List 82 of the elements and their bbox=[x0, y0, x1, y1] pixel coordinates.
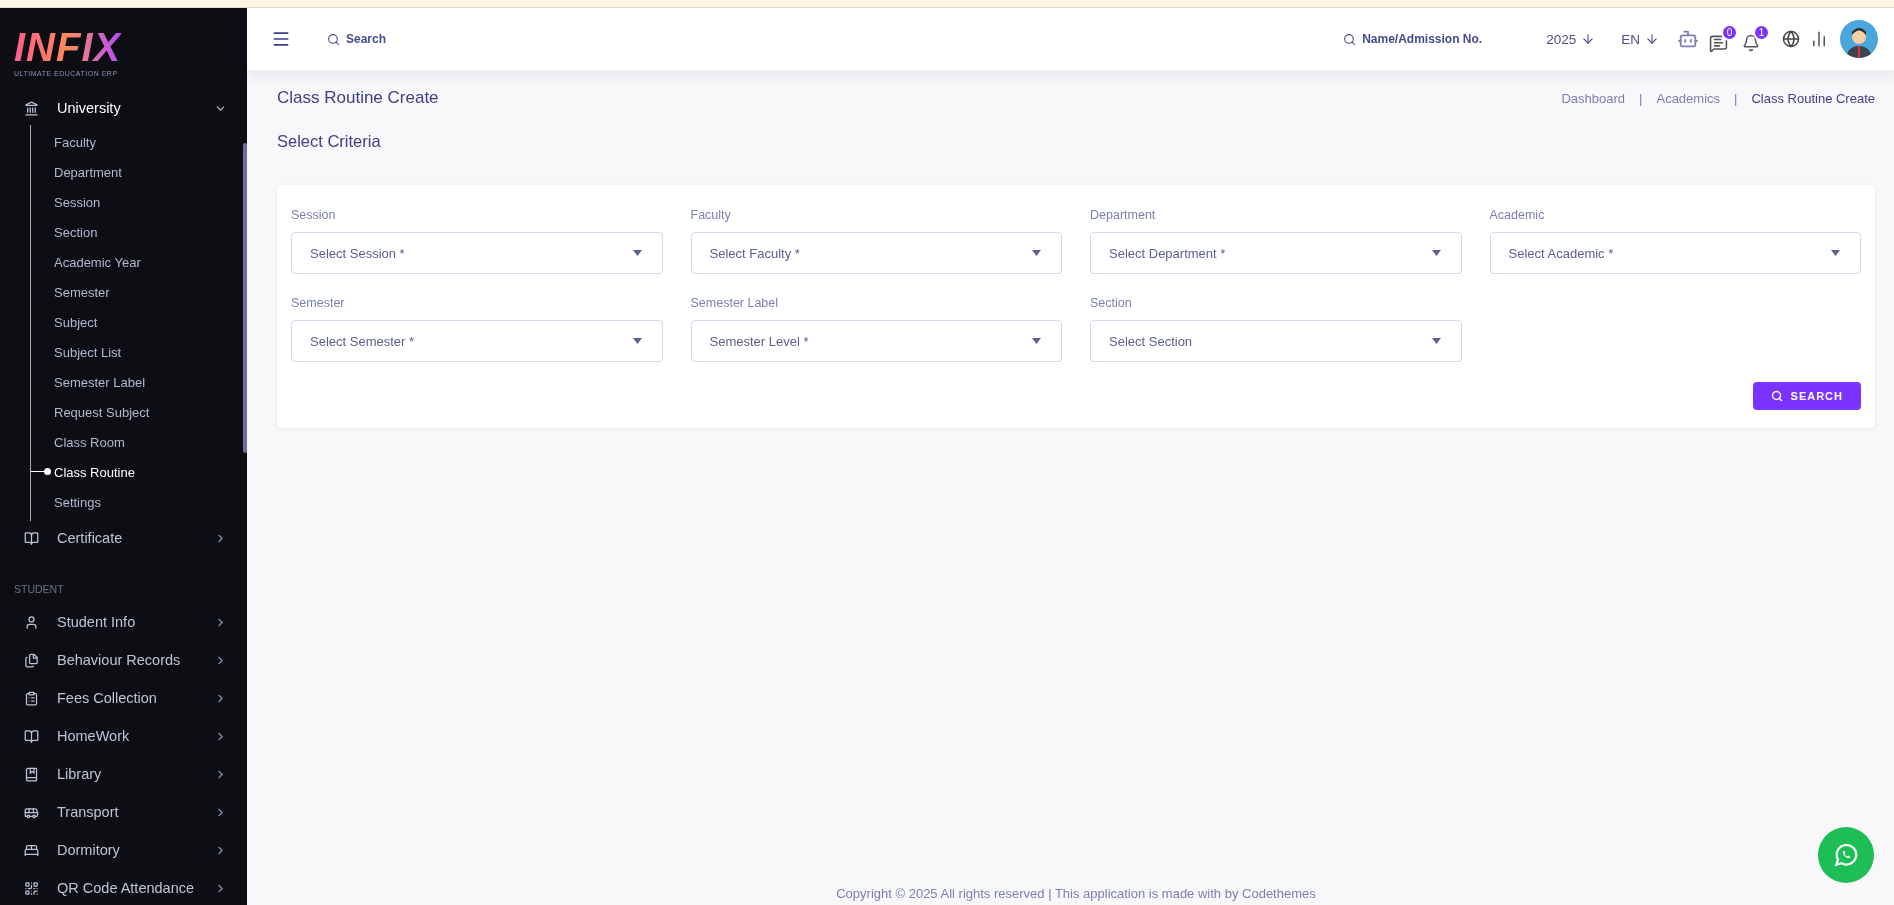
library-icon bbox=[24, 766, 39, 782]
message-count-badge: 0 bbox=[1721, 23, 1738, 41]
sidebar-submenu-item[interactable]: Subject List bbox=[31, 337, 247, 367]
scrollbar-thumb[interactable] bbox=[243, 143, 247, 453]
search-button[interactable]: SEARCH bbox=[1752, 382, 1861, 410]
book-icon bbox=[24, 530, 39, 546]
field-label: Semester bbox=[291, 296, 346, 310]
sidebar-submenu-item[interactable]: Request Subject bbox=[31, 397, 247, 427]
breadcrumb-link[interactable]: Academics bbox=[1656, 90, 1721, 106]
caret-icon bbox=[1831, 250, 1840, 256]
bar-chart-icon[interactable] bbox=[1810, 30, 1828, 48]
avatar[interactable] bbox=[1840, 20, 1878, 58]
sidebar-menu-item[interactable]: Library bbox=[0, 755, 247, 793]
sidebar-submenu-item[interactable]: Semester Label bbox=[31, 367, 247, 397]
breadcrumb-separator: | bbox=[1639, 90, 1643, 106]
select-dropdown[interactable]: Select Academic * bbox=[1489, 232, 1861, 274]
search-icon bbox=[1770, 390, 1783, 402]
student-search-field[interactable]: Name/Admission No. bbox=[1337, 31, 1489, 47]
caret-icon bbox=[1032, 338, 1041, 344]
phone-chat-icon bbox=[1833, 842, 1859, 868]
sidebar-submenu-item[interactable]: Faculty bbox=[31, 127, 247, 157]
field-label: Academic bbox=[1489, 208, 1546, 222]
field-label: Faculty bbox=[690, 208, 732, 222]
footer-text: Copyright © 2025 All rights reserved | This application is made with by Codethemes bbox=[836, 886, 1316, 901]
sidebar-menu-item[interactable]: HomeWork bbox=[0, 717, 247, 755]
select-dropdown[interactable]: Semester Level * bbox=[690, 320, 1062, 362]
bank-building-icon bbox=[24, 100, 39, 116]
caret-icon bbox=[632, 250, 642, 256]
sidebar-menu-item[interactable]: Transport bbox=[0, 793, 247, 831]
down-arrow-icon bbox=[1645, 32, 1659, 46]
caret-icon bbox=[1431, 338, 1441, 344]
bell-icon[interactable] bbox=[1742, 34, 1760, 52]
field-label: Department bbox=[1090, 208, 1157, 222]
caret-icon bbox=[1032, 250, 1041, 256]
sidebar-menu-item[interactable]: Fees Collection bbox=[0, 679, 247, 717]
person-icon bbox=[24, 614, 39, 630]
sidebar-submenu-item[interactable]: Class Routine bbox=[31, 457, 247, 487]
sidebar-menu-item[interactable]: Certificate bbox=[0, 521, 247, 555]
sidebar-menu-item[interactable]: Behaviour Records bbox=[0, 641, 247, 679]
sidebar-menu-item[interactable]: Student Info bbox=[0, 603, 247, 641]
qr-code-icon bbox=[24, 880, 39, 896]
sidebar-submenu-item[interactable]: Section bbox=[31, 217, 247, 247]
breadcrumb-link[interactable]: Class Routine Create bbox=[1751, 90, 1875, 106]
sidebar-submenu-item[interactable]: Academic Year bbox=[31, 247, 247, 277]
chat-icon[interactable] bbox=[1709, 33, 1728, 53]
globe-icon[interactable] bbox=[1782, 30, 1800, 48]
sidebar-submenu-item[interactable]: Session bbox=[31, 187, 247, 217]
field-label: Session bbox=[291, 208, 337, 222]
page-title: Class Routine Create bbox=[277, 88, 439, 108]
robot-icon[interactable] bbox=[1677, 28, 1699, 50]
breadcrumb-link[interactable]: Dashboard bbox=[1561, 90, 1626, 106]
select-dropdown[interactable]: Select Faculty * bbox=[690, 232, 1062, 274]
sidebar-menu-item[interactable]: University bbox=[0, 91, 247, 125]
menu-icon[interactable] bbox=[271, 29, 291, 49]
sidebar-submenu-item[interactable]: Department bbox=[31, 157, 247, 187]
field-label: Semester Label bbox=[690, 296, 780, 310]
sidebar-submenu-item[interactable]: Class Room bbox=[31, 427, 247, 457]
section-title: Select Criteria bbox=[277, 132, 382, 151]
documents-icon bbox=[24, 652, 39, 668]
search-icon bbox=[327, 32, 340, 46]
clipboard-icon bbox=[24, 690, 39, 706]
select-dropdown[interactable]: Select Semester * bbox=[291, 320, 663, 362]
bed-icon bbox=[24, 842, 39, 858]
select-dropdown[interactable]: Select Session * bbox=[291, 232, 663, 274]
caret-icon bbox=[1431, 250, 1441, 256]
year-dropdown[interactable]: 2025 bbox=[1540, 30, 1602, 48]
notification-count-badge: 1 bbox=[1753, 24, 1770, 41]
sidebar-submenu-item[interactable]: Subject bbox=[31, 307, 247, 337]
breadcrumb-separator: | bbox=[1734, 90, 1738, 106]
sidebar-submenu-item[interactable]: Settings bbox=[31, 487, 247, 517]
search-field[interactable]: Search bbox=[321, 31, 393, 47]
caret-icon bbox=[632, 338, 642, 344]
select-dropdown[interactable]: Select Section bbox=[1090, 320, 1462, 362]
field-label: Section bbox=[1090, 296, 1133, 310]
sidebar-menu-item[interactable]: QR Code Attendance bbox=[0, 869, 247, 905]
select-dropdown[interactable]: Select Department * bbox=[1090, 232, 1462, 274]
sidebar-section-heading: STUDENT bbox=[13, 582, 65, 597]
language-dropdown[interactable]: EN bbox=[1615, 30, 1665, 48]
book-icon bbox=[24, 728, 39, 744]
sidebar-submenu-item[interactable]: Semester bbox=[31, 277, 247, 307]
search-icon bbox=[1343, 32, 1357, 46]
sidebar-menu-item[interactable]: Dormitory bbox=[0, 831, 247, 869]
